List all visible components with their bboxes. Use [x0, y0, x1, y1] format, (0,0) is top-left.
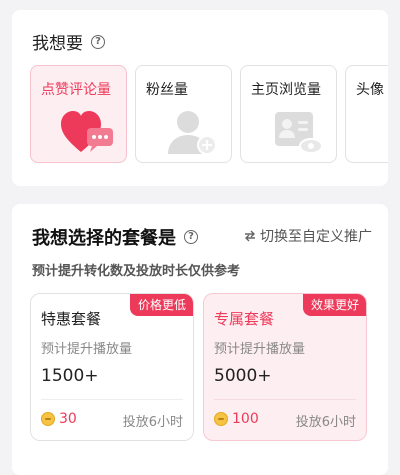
- goal-option-label: 粉丝量: [146, 82, 188, 98]
- package-metric-value: 1500+: [41, 366, 99, 386]
- package-metric-label: 预计提升播放量: [41, 342, 133, 357]
- coin-icon: [214, 412, 228, 426]
- package-exclusive[interactable]: 效果更好 专属套餐 预计提升播放量 5000+ 100 投放6小时: [203, 293, 367, 441]
- plan-subtitle: 预计提升转化数及投放时长仅供参考: [32, 264, 241, 279]
- package-price: 30: [41, 411, 77, 427]
- goal-section-title: 我想要: [32, 34, 83, 54]
- divider: [214, 399, 356, 400]
- swap-arrows-icon: [245, 230, 255, 242]
- divider: [41, 399, 183, 400]
- goal-option-label: 点赞评论量: [41, 82, 111, 98]
- goal-options: 点赞评论量 粉丝量 主页浏览量 头像: [30, 65, 388, 163]
- package-name: 专属套餐: [214, 310, 275, 328]
- goal-option-profile-views[interactable]: 主页浏览量: [240, 65, 337, 163]
- heart-comment-icon: [61, 111, 113, 152]
- goal-option-followers[interactable]: 粉丝量: [135, 65, 232, 163]
- package-options: 价格更低 特惠套餐 预计提升播放量 1500+ 30 投放6小时 效果更好 专属…: [30, 293, 367, 441]
- coin-icon: [41, 412, 55, 426]
- goal-section: 我想要 ? 点赞评论量 粉丝量 主页浏览量 头像: [12, 10, 388, 186]
- package-discount[interactable]: 价格更低 特惠套餐 预计提升播放量 1500+ 30 投放6小时: [30, 293, 194, 441]
- plan-section: 我想选择的套餐是 ? 切换至自定义推广 预计提升转化数及投放时长仅供参考 价格更…: [12, 204, 388, 475]
- question-circle-icon[interactable]: ?: [184, 230, 198, 244]
- package-duration: 投放6小时: [122, 415, 183, 430]
- package-tag: 价格更低: [129, 294, 193, 316]
- package-metric-value: 5000+: [214, 366, 272, 386]
- package-metric-label: 预计提升播放量: [214, 342, 306, 357]
- package-name: 特惠套餐: [41, 310, 102, 328]
- plan-title-row: 我想选择的套餐是 ?: [32, 224, 198, 250]
- plan-section-title: 我想选择的套餐是: [32, 228, 176, 249]
- profile-card-view-icon: [275, 112, 323, 154]
- goal-title-row: 我想要 ?: [32, 29, 105, 54]
- goal-option-label: 头像: [356, 82, 384, 98]
- package-tag: 效果更好: [302, 294, 366, 316]
- goal-option-likes-comments[interactable]: 点赞评论量: [30, 65, 127, 163]
- question-circle-icon[interactable]: ?: [91, 34, 105, 49]
- switch-to-custom-link[interactable]: 切换至自定义推广: [244, 226, 372, 246]
- goal-option-label: 主页浏览量: [251, 82, 321, 98]
- person-plus-icon: [168, 111, 217, 155]
- package-price-value: 100: [232, 411, 259, 427]
- switch-link-label: 切换至自定义推广: [260, 229, 372, 245]
- package-duration: 投放6小时: [295, 415, 356, 430]
- package-price-value: 30: [59, 411, 77, 427]
- goal-option-avatar[interactable]: 头像: [345, 65, 388, 163]
- package-price: 100: [214, 411, 259, 427]
